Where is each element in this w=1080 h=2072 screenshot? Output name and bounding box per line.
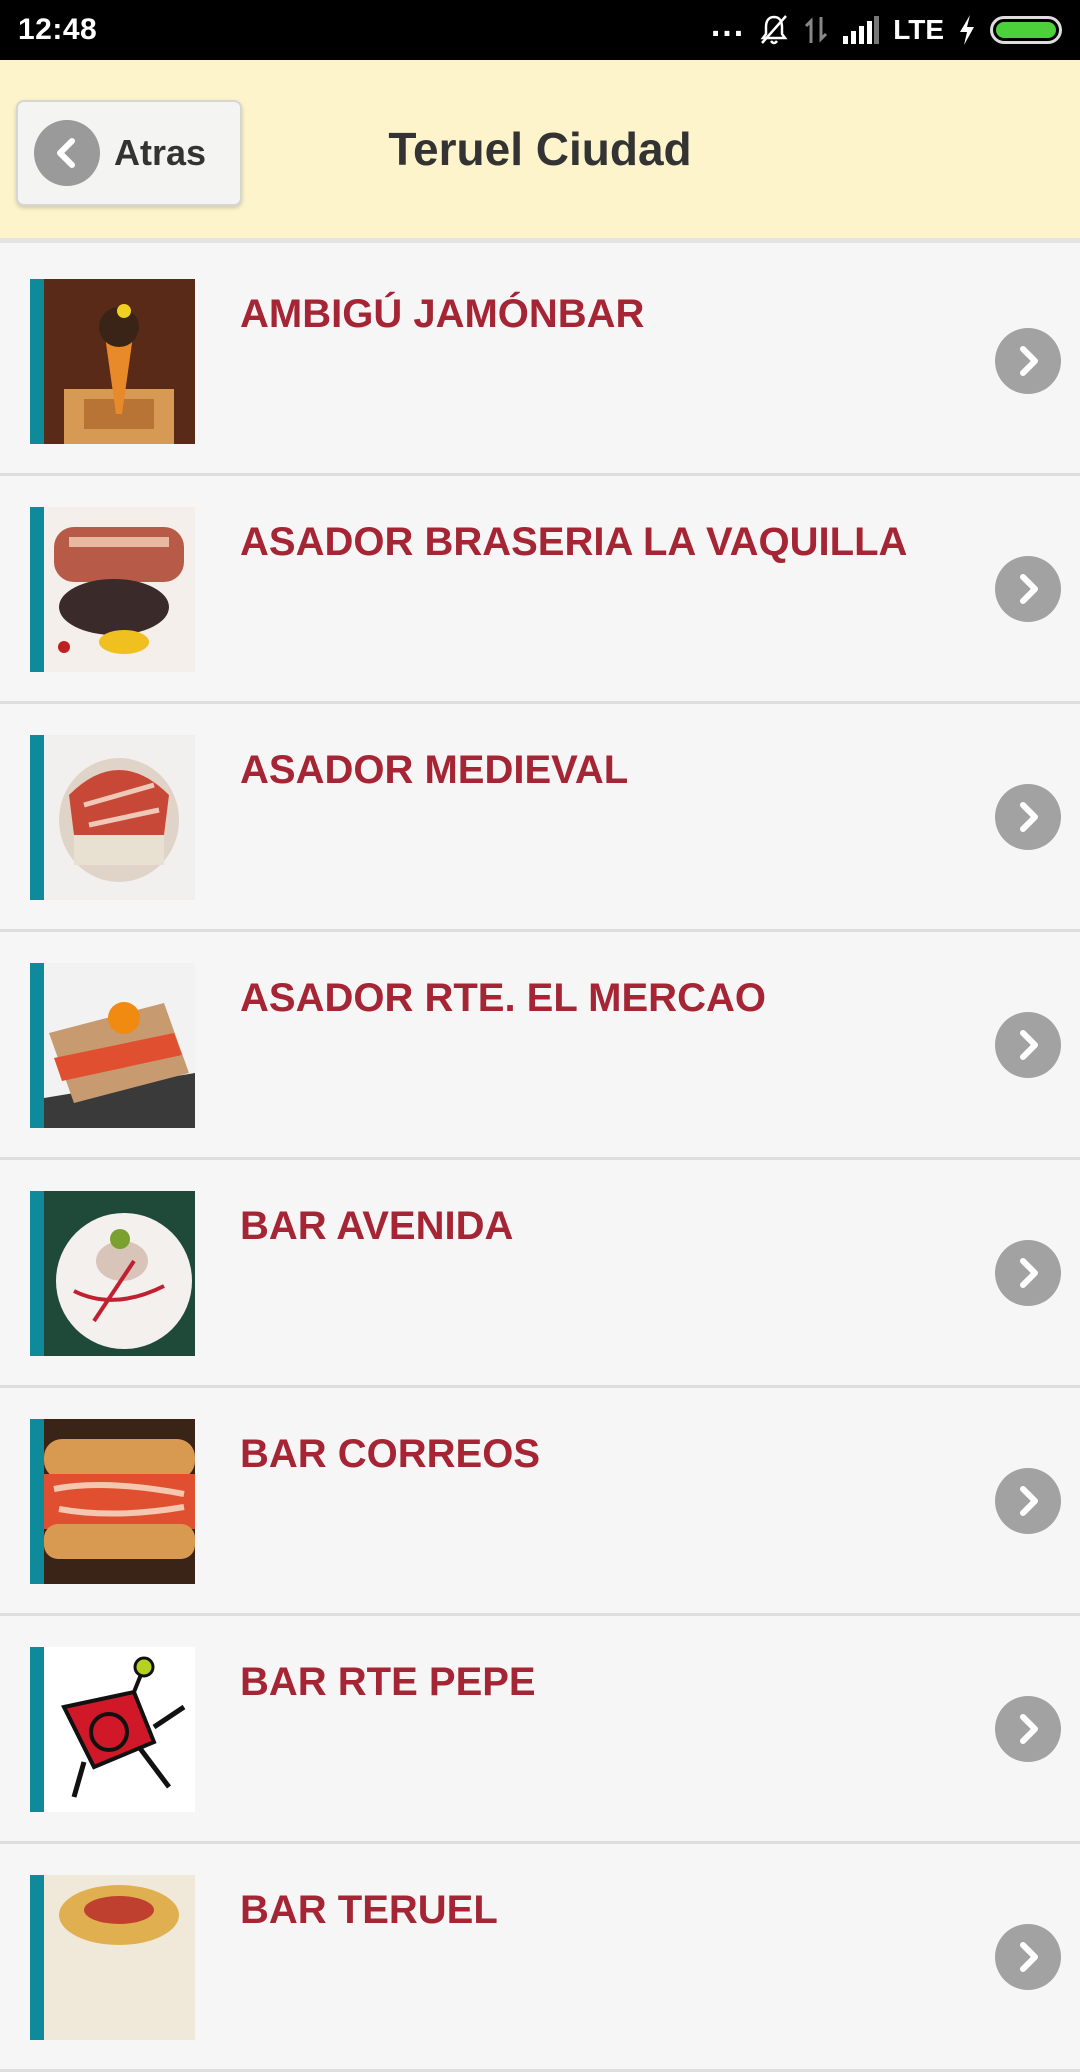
page-title: Teruel Ciudad	[388, 123, 692, 175]
item-thumbnail	[30, 1191, 195, 1356]
more-notifications-icon: ...	[710, 6, 746, 44]
list-item[interactable]: ASADOR MEDIEVAL	[0, 704, 1080, 932]
list-item[interactable]: ASADOR BRASERIA LA VAQUILLA	[0, 476, 1080, 704]
status-bar: 12:48 ... LTE	[0, 0, 1080, 60]
chevron-right-icon[interactable]	[995, 328, 1061, 394]
item-title: AMBIGÚ JAMÓNBAR	[240, 292, 645, 336]
network-type: LTE	[893, 14, 944, 45]
item-title: ASADOR MEDIEVAL	[240, 748, 629, 792]
status-time: 12:48	[18, 13, 98, 46]
item-title: ASADOR RTE. EL MERCAO	[240, 976, 766, 1020]
item-thumbnail	[30, 735, 195, 900]
item-title: BAR TERUEL	[240, 1888, 498, 1932]
item-title: ASADOR BRASERIA LA VAQUILLA	[240, 520, 908, 564]
chevron-right-icon[interactable]	[995, 1924, 1061, 1990]
restaurant-list: AMBIGÚ JAMÓNBAR ASADOR BRASERIA LA VAQUI…	[0, 248, 1080, 2072]
item-thumbnail	[30, 1419, 195, 1584]
signal-icon	[843, 16, 880, 44]
chevron-right-icon[interactable]	[995, 1696, 1061, 1762]
chevron-right-icon[interactable]	[995, 1468, 1061, 1534]
status-icons: ... LTE	[711, 8, 1062, 46]
chevron-right-icon[interactable]	[995, 556, 1061, 622]
item-thumbnail	[30, 1647, 195, 1812]
list-item[interactable]: ASADOR RTE. EL MERCAO	[0, 932, 1080, 1160]
item-thumbnail	[30, 507, 195, 672]
app-header: Atras Teruel Ciudad	[0, 60, 1080, 243]
item-title: BAR CORREOS	[240, 1432, 541, 1476]
list-item[interactable]: BAR TERUEL	[0, 1844, 1080, 2072]
chevron-right-icon[interactable]	[995, 1012, 1061, 1078]
item-title: BAR AVENIDA	[240, 1204, 514, 1248]
list-item[interactable]: AMBIGÚ JAMÓNBAR	[0, 248, 1080, 476]
item-title: BAR RTE PEPE	[240, 1660, 536, 1704]
mute-bell-icon	[759, 14, 789, 46]
charging-bolt-icon	[958, 15, 976, 45]
item-thumbnail	[30, 1875, 195, 2040]
list-item[interactable]: BAR AVENIDA	[0, 1160, 1080, 1388]
battery-icon	[990, 16, 1062, 44]
data-arrows-icon	[803, 15, 829, 45]
item-thumbnail	[30, 963, 195, 1128]
chevron-right-icon[interactable]	[995, 1240, 1061, 1306]
chevron-right-icon[interactable]	[995, 784, 1061, 850]
item-thumbnail	[30, 279, 195, 444]
list-item[interactable]: BAR RTE PEPE	[0, 1616, 1080, 1844]
list-item[interactable]: BAR CORREOS	[0, 1388, 1080, 1616]
